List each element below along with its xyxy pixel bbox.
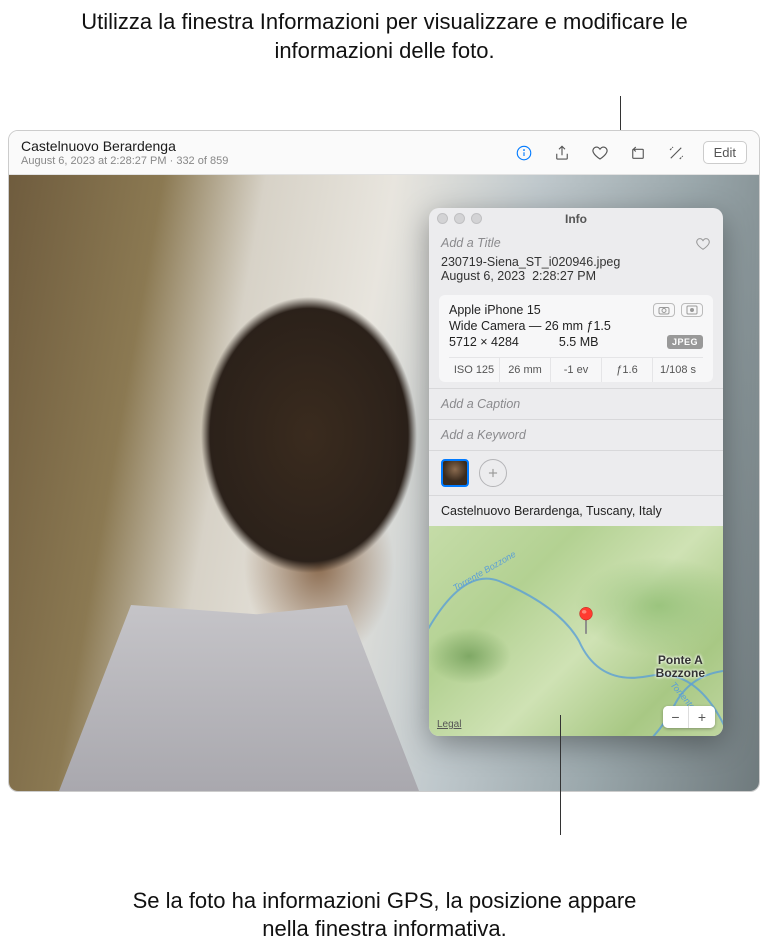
file-size: 5.5 MB xyxy=(559,335,599,349)
wb-icon xyxy=(653,303,675,317)
metering-icon xyxy=(681,303,703,317)
toolbar: Castelnuovo Berardenga August 6, 2023 at… xyxy=(9,131,759,175)
info-favorite-toggle[interactable] xyxy=(695,236,711,255)
callout-line-bottom xyxy=(560,715,561,835)
edit-button[interactable]: Edit xyxy=(703,141,747,164)
map-town-label: Ponte A Bozzone xyxy=(656,654,705,680)
zoom-in-button[interactable]: + xyxy=(689,706,715,728)
rotate-icon xyxy=(629,144,647,162)
caption-input[interactable]: Add a Caption xyxy=(441,397,520,411)
location-map[interactable]: Torrente Bozzone Torrente Bo Ponte A Boz… xyxy=(429,526,723,736)
info-window-title: Info xyxy=(565,212,587,226)
exif-aperture: ƒ1.6 xyxy=(602,358,653,382)
rotate-button[interactable] xyxy=(627,142,649,164)
wand-icon xyxy=(667,144,685,162)
plus-icon xyxy=(486,466,500,480)
keyword-row: Add a Keyword xyxy=(429,420,723,451)
caption-row: Add a Caption xyxy=(429,388,723,420)
info-icon xyxy=(515,144,533,162)
zoom-out-button[interactable]: − xyxy=(663,706,689,728)
photo-subtitle: August 6, 2023 at 2:28:27 PM · 332 of 85… xyxy=(21,155,513,167)
title-input[interactable]: Add a Title xyxy=(441,236,501,250)
heart-icon xyxy=(591,144,609,162)
location-text[interactable]: Castelnuovo Berardenga, Tuscany, Italy xyxy=(429,495,723,526)
exif-shutter: 1/108 s xyxy=(653,358,703,382)
minimize-dot[interactable] xyxy=(454,213,465,224)
info-header-section: Add a Title 230719-Siena_ST_i020946.jpeg… xyxy=(429,230,723,289)
detected-face-thumb[interactable] xyxy=(441,459,469,487)
title-block: Castelnuovo Berardenga August 6, 2023 at… xyxy=(21,138,513,167)
toolbar-icons: Edit xyxy=(513,141,747,164)
map-zoom-control: − + xyxy=(663,706,715,728)
camera-device: Apple iPhone 15 xyxy=(449,303,541,317)
info-titlebar: Info xyxy=(429,208,723,230)
zoom-dot[interactable] xyxy=(471,213,482,224)
map-legal-link[interactable]: Legal xyxy=(437,719,461,730)
exif-focal: 26 mm xyxy=(500,358,551,382)
callout-top-text: Utilizza la finestra Informazioni per vi… xyxy=(0,8,769,65)
info-button[interactable] xyxy=(513,142,535,164)
window-controls[interactable] xyxy=(437,213,482,224)
pin-icon xyxy=(575,606,597,636)
photo-title: Castelnuovo Berardenga xyxy=(21,138,513,154)
map-pin[interactable] xyxy=(575,606,597,639)
exif-ev: -1 ev xyxy=(551,358,602,382)
camera-metadata-block: Apple iPhone 15 Wide Camera — 26 mm ƒ1.5… xyxy=(439,295,713,382)
callout-bottom-text: Se la foto ha informazioni GPS, la posiz… xyxy=(0,887,769,944)
auto-enhance-button[interactable] xyxy=(665,142,687,164)
exif-row: ISO 125 26 mm -1 ev ƒ1.6 1/108 s xyxy=(449,357,703,382)
share-icon xyxy=(553,144,571,162)
faces-row xyxy=(429,451,723,495)
share-button[interactable] xyxy=(551,142,573,164)
info-filename: 230719-Siena_ST_i020946.jpeg xyxy=(441,255,711,269)
close-dot[interactable] xyxy=(437,213,448,224)
camera-lens: Wide Camera — 26 mm ƒ1.5 xyxy=(449,319,703,333)
exif-iso: ISO 125 xyxy=(449,358,500,382)
add-face-button[interactable] xyxy=(479,459,507,487)
heart-icon xyxy=(695,236,711,252)
keyword-input[interactable]: Add a Keyword xyxy=(441,428,526,442)
info-panel: Info Add a Title 230719-Siena_ST_i020946… xyxy=(429,208,723,736)
info-datetime: August 6, 2023 2:28:27 PM xyxy=(441,269,711,283)
image-dimensions: 5712 × 4284 xyxy=(449,335,519,349)
format-badge: JPEG xyxy=(667,335,703,349)
favorite-button[interactable] xyxy=(589,142,611,164)
